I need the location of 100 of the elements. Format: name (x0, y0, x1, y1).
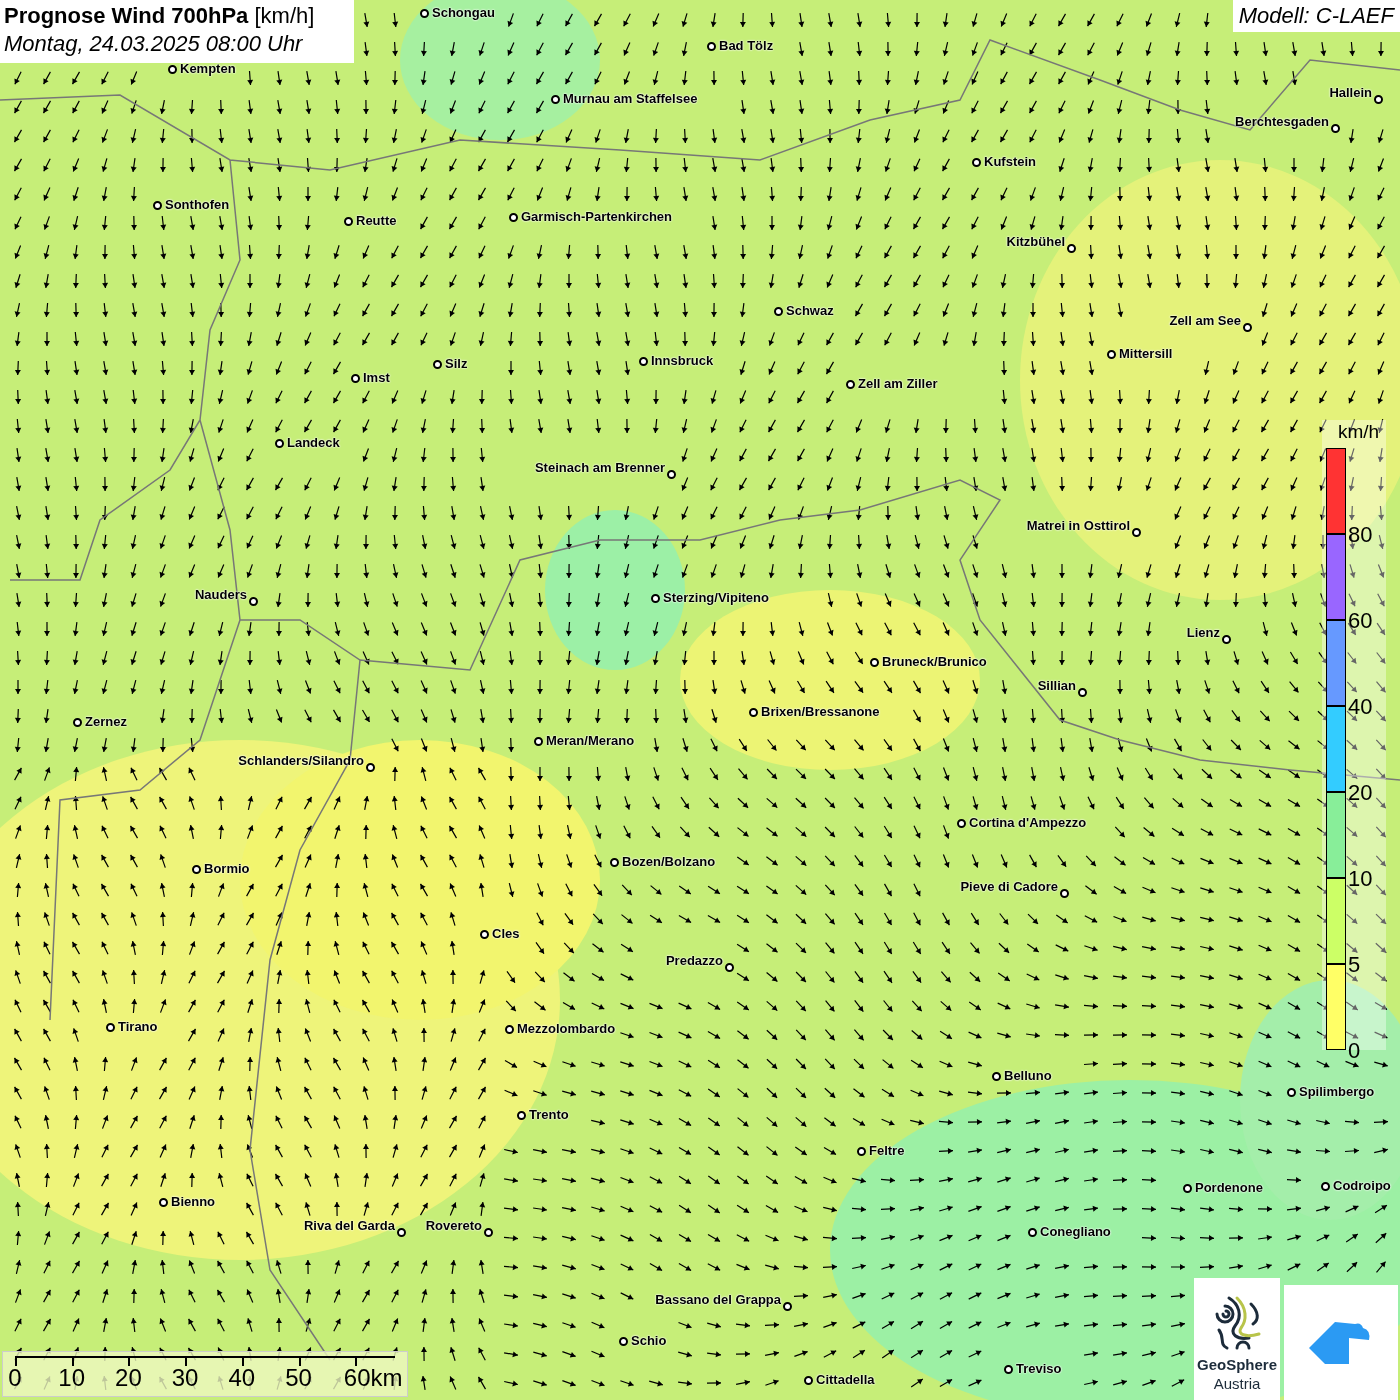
city-marker-icon (804, 1376, 813, 1385)
city-label: Bienno (171, 1195, 216, 1208)
city-label: Berchtesgaden (1235, 115, 1329, 128)
city-marker-icon (433, 360, 442, 369)
city-label: Meran/Merano (546, 734, 635, 747)
city-marker-icon (972, 158, 981, 167)
city-label: Silz (445, 357, 468, 370)
city-marker-icon (1321, 1182, 1330, 1191)
unit-label: [km/h] (254, 3, 315, 28)
city-label: Bozen/Bolzano (622, 855, 716, 868)
city-label: Sonthofen (165, 198, 230, 211)
city-marker-icon (619, 1337, 628, 1346)
city-label: Bormio (204, 862, 250, 875)
city-label: Rovereto (425, 1219, 482, 1232)
city-marker-icon (1004, 1365, 1013, 1374)
city-label: Cittadella (816, 1373, 875, 1386)
city-marker-icon (774, 307, 783, 316)
city-label: Murnau am Staffelsee (563, 92, 698, 105)
city-label: Landeck (287, 436, 340, 449)
city-label: Sillian (1037, 679, 1076, 692)
city-label: Imst (363, 371, 390, 384)
chart-title: Prognose Wind 700hPa (4, 3, 249, 28)
city-marker-icon (1060, 889, 1069, 898)
city-label: Pordenone (1195, 1181, 1263, 1194)
city-marker-icon (651, 594, 660, 603)
city-marker-icon (1222, 635, 1231, 644)
legend-unit: km/h (1338, 420, 1380, 444)
city-marker-icon (610, 858, 619, 867)
city-marker-icon (1374, 95, 1383, 104)
city-label: Tirano (118, 1020, 158, 1033)
city-marker-icon (484, 1228, 493, 1237)
city-marker-icon (106, 1023, 115, 1032)
scale-tick-label: 10 (58, 1366, 86, 1390)
city-marker-icon (344, 217, 353, 226)
city-label: Kufstein (984, 155, 1036, 168)
scale-tick-label: 50 (285, 1366, 312, 1390)
city-marker-icon (846, 380, 855, 389)
city-label: Zell am Ziller (858, 377, 938, 390)
city-label: Trento (529, 1108, 569, 1121)
legend-tick-label: 5 (1348, 953, 1361, 976)
city-label: Sterzing/Vipiteno (663, 591, 769, 604)
city-label: Bruneck/Brunico (882, 655, 987, 668)
city-marker-icon (667, 470, 676, 479)
city-marker-icon (480, 930, 489, 939)
city-label: Bad Tölz (719, 39, 774, 52)
city-marker-icon (992, 1072, 1001, 1081)
city-label: Cles (492, 927, 520, 940)
city-label: Kitzbühel (1006, 235, 1065, 248)
city-marker-icon (551, 95, 560, 104)
city-marker-icon (159, 1198, 168, 1207)
city-label: Brixen/Bressanone (761, 705, 880, 718)
city-label: Innsbruck (651, 354, 714, 367)
city-label: Hallein (1329, 86, 1372, 99)
city-marker-icon (351, 374, 360, 383)
city-marker-icon (509, 213, 518, 222)
city-marker-icon (249, 597, 258, 606)
city-label: Pieve di Cadore (960, 880, 1058, 893)
city-marker-icon (857, 1147, 866, 1156)
city-label: Predazzo (665, 954, 723, 967)
city-marker-icon (192, 865, 201, 874)
legend-tick-label: 80 (1348, 523, 1373, 546)
city-label: Cortina d'Ampezzo (969, 816, 1087, 829)
scale-tick-label: 30 (171, 1366, 199, 1390)
city-marker-icon (1028, 1228, 1037, 1237)
city-marker-icon (725, 963, 734, 972)
city-label: Steinach am Brenner (534, 461, 665, 474)
city-label: Nauders (194, 588, 247, 601)
legend-tick-label: 60 (1348, 609, 1373, 632)
city-label: Feltre (869, 1144, 905, 1157)
city-marker-icon (73, 718, 82, 727)
city-marker-icon (749, 708, 758, 717)
city-marker-icon (275, 439, 284, 448)
city-label: Bassano del Grappa (655, 1293, 781, 1306)
city-marker-icon (397, 1228, 406, 1237)
city-label: Kempten (180, 62, 236, 75)
city-marker-icon (707, 42, 716, 51)
city-marker-icon (168, 65, 177, 74)
forecast-time: Montag, 24.03.2025 08:00 Uhr (4, 29, 304, 57)
city-marker-icon (517, 1111, 526, 1120)
city-label: Mezzolombardo (517, 1022, 616, 1035)
model-label: Modell: C-LAEF (1232, 0, 1400, 32)
logo-subtitle: Austria (1213, 1374, 1261, 1394)
scale-tick-label: 40 (228, 1366, 256, 1390)
city-label: Reutte (356, 214, 397, 227)
city-marker-icon (366, 763, 375, 772)
city-marker-icon (505, 1025, 514, 1034)
city-marker-icon (870, 658, 879, 667)
scale-tick-label: 60km (343, 1366, 403, 1390)
city-label: Schio (631, 1334, 667, 1347)
city-marker-icon (957, 819, 966, 828)
city-marker-icon (1078, 688, 1087, 697)
city-label: Mittersill (1119, 347, 1173, 360)
legend-tick-label: 40 (1348, 695, 1373, 718)
scale-tick-label: 20 (115, 1366, 142, 1390)
city-marker-icon (534, 737, 543, 746)
city-marker-icon (153, 201, 162, 210)
city-marker-icon (1243, 323, 1252, 332)
city-label: Spilimbergo (1299, 1085, 1375, 1098)
city-marker-icon (639, 357, 648, 366)
city-marker-icon (420, 9, 429, 18)
